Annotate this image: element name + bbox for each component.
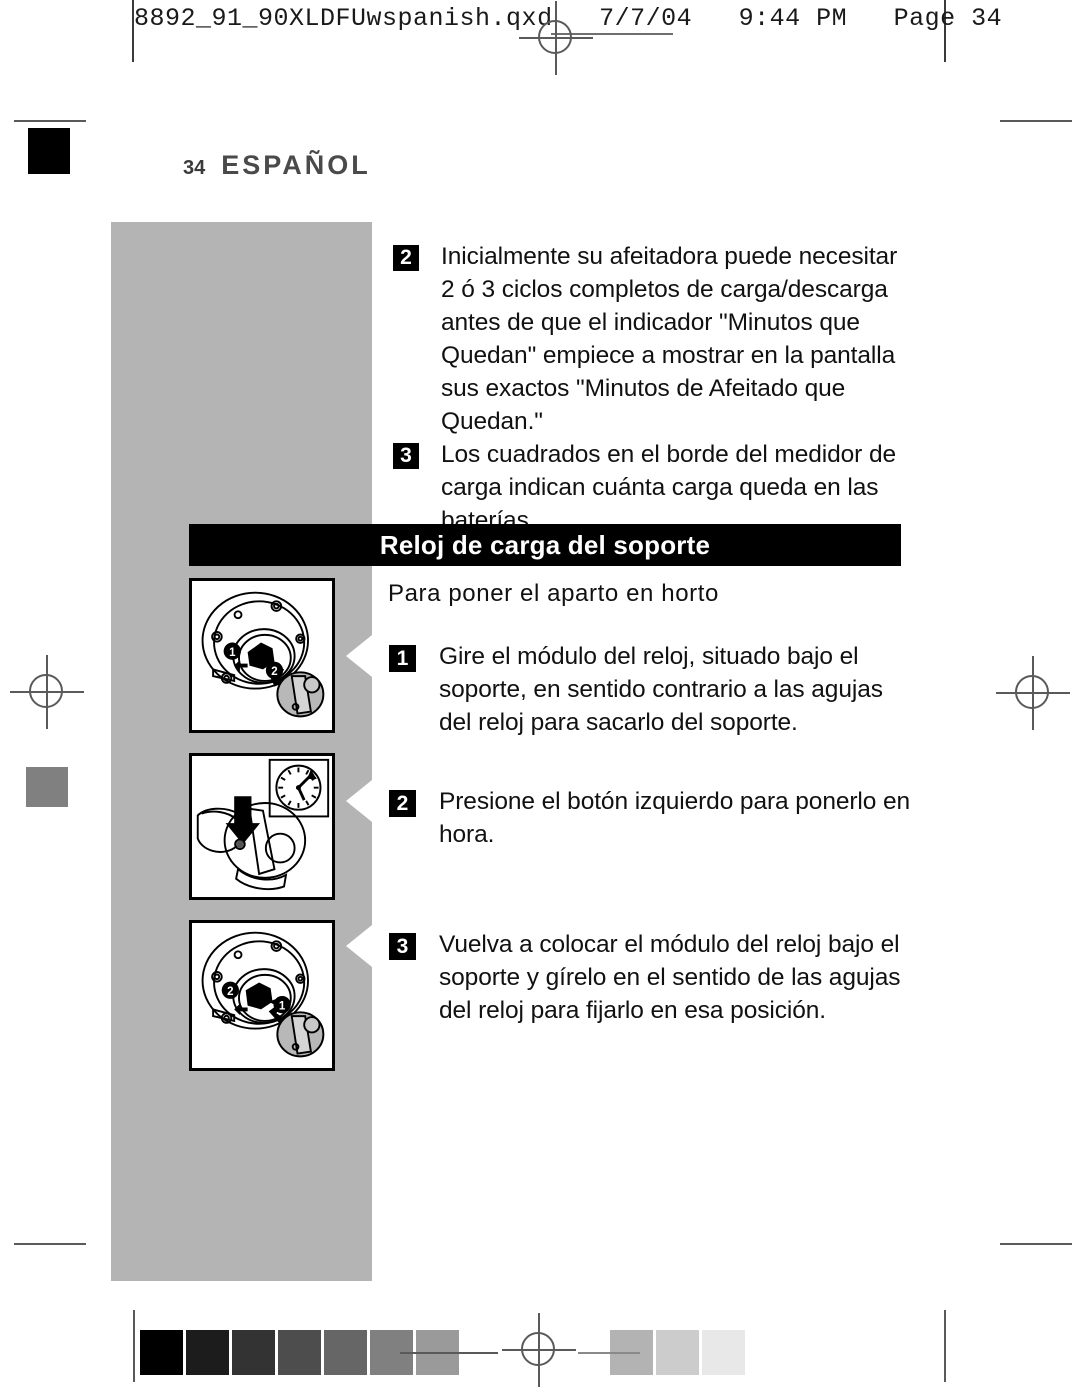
step-number-badge: 3 [389, 933, 416, 960]
calibration-swatch [656, 1330, 699, 1375]
step-number-badge: 1 [389, 645, 416, 672]
calibration-center-rule-right [578, 1352, 640, 1354]
callout-pointer-step-2 [346, 780, 372, 822]
svg-text:1: 1 [229, 647, 236, 659]
registration-horizontal-line [10, 691, 84, 693]
calibration-swatch [186, 1330, 229, 1375]
step-number-badge: 2 [389, 790, 416, 817]
svg-text:2: 2 [227, 986, 233, 998]
procedure-step-3: 3 Vuelva a colocar el módulo del reloj b… [389, 928, 914, 1027]
step-text: Gire el módulo del reloj, situado bajo e… [439, 643, 883, 736]
figure-clock-module-refit: 2 1 [189, 920, 335, 1071]
section-banner-title: Reloj de carga del soporte [379, 529, 711, 560]
svg-text:1: 1 [279, 1000, 286, 1012]
page-heading: 34 ESPAÑOL [183, 150, 371, 181]
page-language-title: ESPAÑOL [221, 150, 371, 180]
svg-text:2: 2 [271, 666, 277, 678]
page-folio-number: 34 [183, 157, 206, 179]
calibration-swatch [278, 1330, 321, 1375]
step-text: Vuelva a colocar el módulo del reloj baj… [439, 931, 901, 1024]
step-text: Presione el botón izquierdo para ponerlo… [439, 788, 911, 848]
grayscale-calibration-bar [140, 1330, 940, 1376]
registration-horizontal-line [996, 692, 1070, 694]
calibration-swatch [324, 1330, 367, 1375]
list-item-text: Inicialmente su afeitadora puede necesit… [441, 243, 898, 435]
registration-mark-left [10, 655, 84, 729]
registration-horizontal-line [519, 37, 593, 39]
registration-mark-right [996, 656, 1070, 730]
corner-black-square-swatch [28, 128, 70, 174]
prepress-header-strip: 8892_91_90XLDFUwspanish.qxd 7/7/04 9:44 … [0, 0, 1080, 75]
registration-mark-top [519, 1, 593, 75]
callout-pointer-step-3 [346, 925, 372, 967]
callout-pointer-step-1 [346, 635, 372, 677]
calibration-center-rule-left [400, 1352, 498, 1354]
procedure-step-2: 2 Presione el botón izquierdo para poner… [389, 785, 914, 851]
crop-mark-top-right [1000, 120, 1072, 122]
figure-3-artwork: 2 1 [201, 931, 325, 1058]
procedure-step-1: 1 Gire el módulo del reloj, situado bajo… [389, 640, 914, 739]
prepress-header-text: 8892_91_90XLDFUwspanish.qxd 7/7/04 9:44 … [134, 4, 1003, 33]
intro-list: 2 Inicialmente su afeitadora puede neces… [393, 240, 913, 537]
list-item-number-badge: 3 [393, 443, 419, 469]
calibration-swatch [702, 1330, 745, 1375]
crop-mark-bottom-vertical-right [944, 1310, 946, 1382]
figure-1-artwork: 1 2 [201, 591, 325, 718]
corner-gray-square-swatch [26, 767, 68, 807]
crop-mark-bottom-vertical-left [133, 1310, 135, 1382]
list-item: 2 Inicialmente su afeitadora puede neces… [393, 240, 913, 438]
crop-mark-bottom-left [14, 1243, 86, 1245]
section-banner: Reloj de carga del soporte [189, 524, 901, 566]
crop-mark-bottom-right [1000, 1243, 1072, 1245]
figure-clock-module-remove: 1 2 [189, 578, 335, 733]
calibration-swatch [140, 1330, 183, 1375]
procedure-lead-in: Para poner el aparto en horto [388, 580, 719, 607]
figure-clock-module-press-button [189, 753, 335, 900]
crop-mark-top-left [14, 120, 86, 122]
clock-face-icon [275, 764, 322, 811]
calibration-swatch [232, 1330, 275, 1375]
list-item-number-badge: 2 [393, 245, 419, 271]
figure-2-artwork [196, 758, 330, 891]
list-item-text: Los cuadrados en el borde del medidor de… [441, 441, 897, 534]
list-item: 3 Los cuadrados en el borde del medidor … [393, 438, 913, 537]
